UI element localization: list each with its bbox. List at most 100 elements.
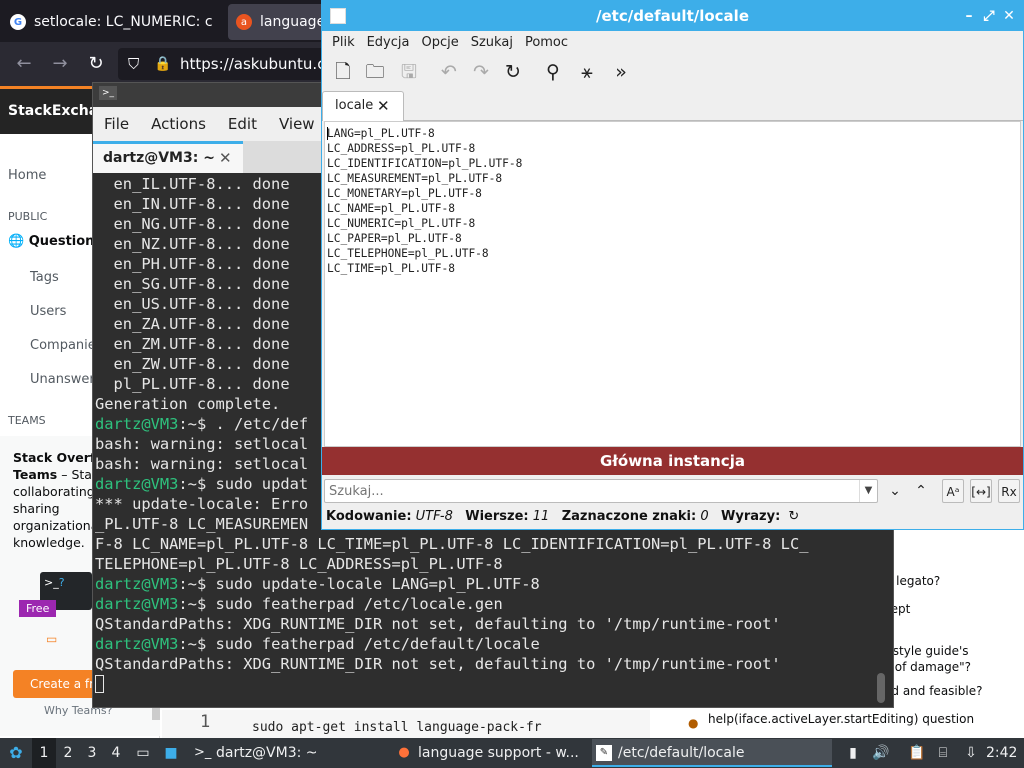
maximize-icon[interactable]: ⤢ [980,7,998,25]
search-input[interactable] [325,480,855,502]
regex-icon[interactable]: Rx [998,479,1020,503]
terminal-line: TELEPHONE=pl_PL.UTF-8 LC_ADDRESS=pl_PL.U… [95,555,503,573]
menu-pomoc[interactable]: Pomoc [519,35,574,50]
chevron-down-icon[interactable]: ▼ [859,480,877,502]
file-manager-icon[interactable]: ▭ [134,744,152,762]
new-file-icon[interactable]: 🗋 [330,59,356,85]
go-to-line-icon[interactable]: » [608,59,634,85]
sidebar-item-home[interactable]: Home [8,168,46,183]
close-icon[interactable]: ✕ [219,150,235,166]
forward-arrow-icon[interactable]: → [48,52,72,76]
browser-tab-title: language [260,14,326,30]
workspace-1[interactable]: 1 [32,738,56,768]
terminal-icon: >_ [99,86,117,100]
shield-icon[interactable]: ⛉ [128,48,139,80]
editor-toolbar: 🗋 🗀 🖫 ↶ ↷ ↻ ⚲ ⚹ » [322,53,1023,89]
editor-tab-locale[interactable]: locale ✕ [322,91,404,121]
battery-icon[interactable]: ▮ [844,744,862,762]
menu-file[interactable]: File [93,115,140,133]
task-featherpad[interactable]: ✎ /etc/default/locale [592,739,832,767]
match-case-icon[interactable]: Aᵃ [942,479,964,503]
teams-promo-line: organizational [13,518,102,533]
editor-tab-title: locale [335,98,374,113]
code-block: 1 sudo apt-get install language-pack-fr [162,710,650,738]
reload-icon[interactable]: ↻ [500,59,526,85]
terminal-tab[interactable]: dartz@VM3: ~ ✕ [93,141,243,173]
menu-actions[interactable]: Actions [140,115,217,133]
clock[interactable]: 2:42 [986,738,1017,768]
sidebar-item-tags[interactable]: Tags [30,270,59,285]
text-caret [327,127,328,140]
app-menu-icon[interactable]: ✿ [6,744,26,762]
code-line-number: 1 [200,712,211,732]
browser-tab-setlocale[interactable]: G setlocale: LC_NUMERIC: c [2,4,224,40]
browser-tab-language[interactable]: a language [228,4,328,40]
lock-icon[interactable]: 🔒 [154,48,171,80]
find-next-icon[interactable]: ⌄ [884,479,906,503]
find-previous-icon[interactable]: ⌃ [910,479,932,503]
save-icon[interactable]: 🖫 [396,59,422,85]
lines-value: 11 [532,509,550,524]
open-folder-icon[interactable]: 🗀 [362,59,388,85]
undo-icon[interactable]: ↶ [436,59,462,85]
question-snippet[interactable]: help(iface.activeLayer.startEditing) que… [708,712,974,726]
terminal-prompt: dartz@VM3 [95,415,179,433]
code-line: sudo apt-get install language-pack-fr [252,720,542,735]
updates-icon[interactable]: ⇩ [962,744,980,762]
sidebar-item-users[interactable]: Users [30,304,66,319]
task-firefox[interactable]: ● language support - w... [392,739,588,767]
menu-szukaj[interactable]: Szukaj [465,35,519,50]
reload-icon[interactable]: ↻ [84,52,108,76]
sidebar-item-questions[interactable]: 🌐 Questions [8,234,102,249]
whole-word-icon[interactable]: [↔] [970,479,992,503]
close-icon[interactable]: ✕ [377,98,393,114]
close-icon[interactable]: ✕ [1000,7,1018,25]
menu-edit[interactable]: Edit [217,115,268,133]
menu-view[interactable]: View [268,115,326,133]
redo-icon[interactable]: ↷ [468,59,494,85]
question-snippet[interactable]: ed and feasible? [884,684,982,698]
task-terminal[interactable]: >_ dartz@VM3: ~ [190,739,386,767]
terminal-scrollbar[interactable] [877,673,885,703]
text-editor-area[interactable]: LANG=pl_PL.UTF-8 LC_ADDRESS=pl_PL.UTF-8 … [324,121,1021,447]
url-text: https://askubuntu.co [180,55,335,73]
menu-opcje[interactable]: Opcje [415,35,464,50]
replace-icon[interactable]: ⚹ [574,59,600,85]
back-arrow-icon[interactable]: ← [12,52,36,76]
terminal-command: :~$ sudo updat [178,475,309,493]
terminal-icon: >_ [194,745,212,760]
featherpad-window: /etc/default/locale – ⤢ ✕ Plik Edycja Op… [321,0,1024,530]
refresh-words-icon[interactable]: ↻ [788,509,799,524]
lines-label: Wiersze: [465,509,529,524]
terminal-command: :~$ sudo update-locale LANG=pl_PL.UTF-8 [178,575,540,593]
search-icon[interactable]: ⚲ [540,59,566,85]
editor-content[interactable]: LANG=pl_PL.UTF-8 LC_ADDRESS=pl_PL.UTF-8 … [327,126,522,276]
teams-promo-bold: Teams [13,467,58,482]
search-field[interactable]: ▼ [324,479,878,503]
volume-icon[interactable]: 🔊 [872,744,890,762]
show-desktop-icon[interactable]: ■ [162,744,180,762]
terminal-cursor [95,675,104,693]
words-label: Wyrazy: [721,509,781,524]
workspace-2[interactable]: 2 [56,738,80,768]
terminal-line: dartz@VM3:~$ sudo update-locale LANG=pl_… [95,574,889,594]
google-icon: G [10,14,26,30]
workspace-4[interactable]: 4 [104,738,128,768]
network-icon[interactable]: ⌸ [934,744,952,762]
clipboard-icon[interactable]: 📋 [908,744,926,762]
chat-icon: ▭ [46,632,58,646]
sidebar-scrollbar[interactable] [152,706,160,720]
menu-plik[interactable]: Plik [326,35,361,50]
minimize-icon[interactable]: – [960,7,978,25]
teams-promo-line: knowledge. [13,535,85,550]
selected-value: 0 [700,509,709,524]
askubuntu-icon: a [236,14,252,30]
site-logo[interactable]: StackExcha [8,103,98,119]
featherpad-icon [330,8,346,24]
menu-edycja[interactable]: Edycja [361,35,416,50]
editor-window-title: /etc/default/locale [596,7,749,25]
terminal-line: QStandardPaths: XDG_RUNTIME_DIR not set,… [95,655,781,673]
terminal-prompt: dartz@VM3 [95,595,179,613]
editor-titlebar[interactable]: /etc/default/locale – ⤢ ✕ [322,1,1023,31]
workspace-3[interactable]: 3 [80,738,104,768]
